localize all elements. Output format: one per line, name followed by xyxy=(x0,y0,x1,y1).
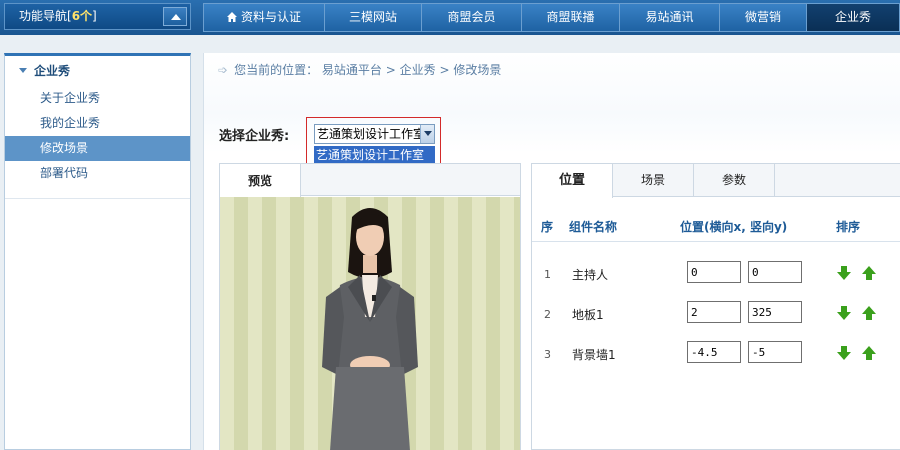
chevron-down-icon[interactable] xyxy=(420,125,434,143)
function-nav-count: 6个 xyxy=(71,9,93,23)
expand-arrow-icon xyxy=(19,68,27,73)
preview-stage xyxy=(220,197,520,450)
sidebar-item-deploy-code[interactable]: 部署代码 xyxy=(5,161,190,186)
tab-broadcast[interactable]: 商盟联播 xyxy=(522,3,620,32)
select-show-label: 选择企业秀: xyxy=(219,129,290,144)
move-down-arrow-icon[interactable] xyxy=(837,266,851,280)
position-y-input[interactable] xyxy=(748,301,802,323)
position-x-input[interactable] xyxy=(687,261,741,283)
breadcrumb-sep: > xyxy=(385,63,396,77)
move-up-arrow-icon[interactable] xyxy=(862,306,876,320)
row-name: 地板1 xyxy=(572,308,604,322)
row-name: 背景墙1 xyxy=(572,348,616,362)
position-x-input[interactable] xyxy=(687,301,741,323)
collapse-arrow-icon[interactable] xyxy=(163,7,187,26)
position-x-input[interactable] xyxy=(687,341,741,363)
tab-members[interactable]: 商盟会员 xyxy=(422,3,522,32)
position-y-input[interactable] xyxy=(748,341,802,363)
component-tabbar: 位置 场景 参数 xyxy=(532,164,900,198)
main-content: ➩ 您当前的位置： 易站通平台 > 企业秀 > 修改场景 选择企业秀: 艺通策划设… xyxy=(203,53,900,450)
breadcrumb-current: 修改场景 xyxy=(453,63,502,77)
table-row: 3 背景墙1 xyxy=(532,336,900,376)
table-row: 2 地板1 xyxy=(532,296,900,336)
tab-position[interactable]: 位置 xyxy=(532,164,613,198)
function-nav-toggle[interactable]: 功能导航[6个] xyxy=(4,3,191,30)
tab-label: 微营销 xyxy=(744,10,781,24)
tab-wechat-marketing[interactable]: 微营销 xyxy=(720,3,807,32)
sidebar-item-edit-scene[interactable]: 修改场景 xyxy=(5,136,190,161)
row-index: 3 xyxy=(544,348,551,361)
breadcrumb: ➩ 您当前的位置： 易站通平台 > 企业秀 > 修改场景 xyxy=(218,61,501,78)
move-up-arrow-icon[interactable] xyxy=(862,346,876,360)
tab-preview[interactable]: 预览 xyxy=(220,164,301,197)
row-index: 1 xyxy=(544,268,551,281)
component-panel: 位置 场景 参数 序 组件名称 位置(横向x, 竖向y) 排序 1 主持人 2 … xyxy=(531,163,900,450)
tab-scene[interactable]: 场景 xyxy=(613,164,694,197)
breadcrumb-link-show[interactable]: 企业秀 xyxy=(400,63,436,77)
tab-label: 商盟会员 xyxy=(447,10,496,24)
breadcrumb-arrow-icon: ➩ xyxy=(218,63,229,77)
breadcrumb-prefix: 您当前的位置： xyxy=(234,63,319,77)
sidebar-divider xyxy=(5,198,190,199)
show-select-option[interactable]: 艺通策划设计工作室 xyxy=(314,146,435,164)
sidebar-item-about[interactable]: 关于企业秀 xyxy=(5,86,190,111)
row-name: 主持人 xyxy=(572,268,609,282)
sidebar-heading-label: 企业秀 xyxy=(34,64,71,78)
sidebar-item-my-show[interactable]: 我的企业秀 xyxy=(5,111,190,136)
top-nav-bar: 功能导航[6个] 资料与认证 三模网站 商盟会员 商盟联播 易站通讯 微营销 企… xyxy=(0,0,900,35)
move-up-arrow-icon[interactable] xyxy=(862,266,876,280)
move-down-arrow-icon[interactable] xyxy=(837,346,851,360)
header-sort: 排序 xyxy=(836,220,861,234)
tab-label: 易站通讯 xyxy=(645,10,694,24)
move-down-arrow-icon[interactable] xyxy=(837,306,851,320)
tab-website[interactable]: 三模网站 xyxy=(325,3,422,32)
show-select-value: 艺通策划设计工作室 xyxy=(317,127,426,141)
table-header: 序 组件名称 位置(横向x, 竖向y) 排序 xyxy=(532,208,900,242)
position-y-input[interactable] xyxy=(748,261,802,283)
breadcrumb-sep: > xyxy=(439,63,450,77)
tab-label: 三模网站 xyxy=(348,10,397,24)
tab-enterprise-show[interactable]: 企业秀 xyxy=(807,3,900,32)
tab-label: 资料与认证 xyxy=(240,10,301,24)
sidebar: 企业秀 关于企业秀 我的企业秀 修改场景 部署代码 xyxy=(4,53,191,450)
presenter-figure xyxy=(322,208,418,450)
show-select[interactable]: 艺通策划设计工作室 xyxy=(314,124,435,144)
tab-messaging[interactable]: 易站通讯 xyxy=(620,3,720,32)
home-icon xyxy=(226,12,237,22)
header-name: 组件名称 xyxy=(569,220,618,234)
tab-profile-certification[interactable]: 资料与认证 xyxy=(203,3,325,32)
function-nav-label: 功能导航[ xyxy=(19,9,72,23)
preview-panel: 预览 xyxy=(219,163,521,450)
tab-label: 商盟联播 xyxy=(546,10,595,24)
table-row: 1 主持人 xyxy=(532,256,900,296)
tab-label: 企业秀 xyxy=(834,10,871,24)
row-index: 2 xyxy=(544,308,551,321)
main-tabs: 资料与认证 三模网站 商盟会员 商盟联播 易站通讯 微营销 企业秀 xyxy=(203,3,900,32)
breadcrumb-link-platform[interactable]: 易站通平台 xyxy=(322,63,382,77)
tab-params[interactable]: 参数 xyxy=(694,164,775,197)
sidebar-heading[interactable]: 企业秀 xyxy=(5,56,190,86)
function-nav-bracket: ] xyxy=(92,9,97,23)
header-seq: 序 xyxy=(541,220,554,234)
header-position: 位置(横向x, 竖向y) xyxy=(680,220,788,234)
